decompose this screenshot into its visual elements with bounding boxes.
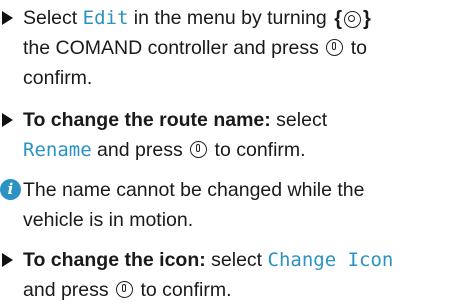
triangle-bullet-icon	[2, 11, 13, 25]
step-heading: To change the icon:	[23, 249, 206, 271]
step-heading: To change the route name:	[23, 109, 271, 131]
controller-press-icon	[190, 141, 208, 158]
step-text: select	[270, 109, 328, 131]
note-text: The name cannot be changed while the	[23, 179, 365, 201]
step-select-edit: Select Edit in the menu by turning {} th…	[0, 3, 456, 93]
triangle-bullet-icon	[2, 253, 13, 267]
step-rename: To change the route name: select Rename …	[0, 105, 456, 165]
step-text: to	[345, 37, 367, 59]
step-change-icon: To change the icon: select Change Icon a…	[0, 245, 456, 305]
menu-keyword-edit: Edit	[82, 7, 129, 29]
step-text: confirm.	[23, 67, 93, 89]
info-icon: i	[0, 179, 21, 200]
step-text: Select	[23, 7, 83, 29]
info-note: i The name cannot be changed while the v…	[0, 175, 456, 235]
step-text: and press	[91, 139, 189, 161]
controller-press-icon	[116, 281, 134, 298]
note-text: vehicle is in motion.	[23, 209, 194, 231]
menu-keyword-rename: Rename	[23, 139, 92, 161]
step-text: and press	[23, 279, 115, 301]
triangle-bullet-icon	[2, 113, 13, 127]
step-text: in the menu by turning	[128, 7, 333, 29]
controller-turn-icon: {}	[334, 8, 371, 30]
controller-press-icon	[326, 39, 344, 56]
step-text: select	[205, 249, 268, 271]
menu-keyword-change-icon: Change Icon	[267, 249, 394, 271]
step-text: the COMAND controller and press	[23, 37, 325, 59]
step-text: to confirm.	[135, 279, 232, 301]
step-text: to confirm.	[209, 139, 306, 161]
instruction-document: Select Edit in the menu by turning {} th…	[0, 0, 460, 301]
